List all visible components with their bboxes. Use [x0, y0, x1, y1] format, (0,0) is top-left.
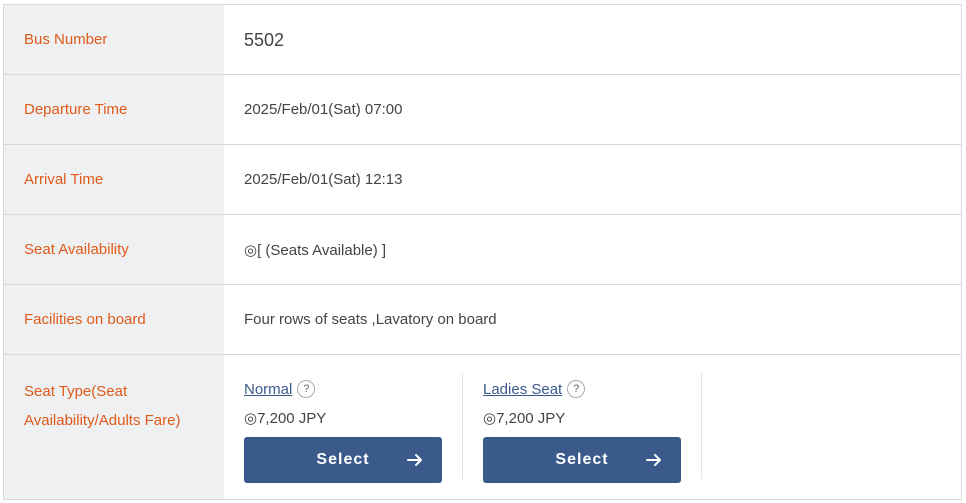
row-departure-time: Departure Time 2025/Feb/01(Sat) 07:00: [4, 75, 961, 145]
bus-number-value: 5502: [244, 30, 285, 50]
row-arrival-time: Arrival Time 2025/Feb/01(Sat) 12:13: [4, 145, 961, 215]
seat-fare: ◎7,200 JPY: [483, 410, 566, 427]
arrival-time-label: Arrival Time: [4, 145, 224, 214]
seat-option-normal: Normal ? ◎7,200 JPY Select: [224, 373, 463, 483]
facilities-label: Facilities on board: [4, 285, 224, 354]
seat-type-label-line1: Seat Type(Seat: [24, 383, 128, 400]
row-bus-number: Bus Number 5502: [4, 5, 961, 75]
seat-name-link[interactable]: Ladies Seat: [483, 381, 562, 398]
seat-type-label: Seat Type(Seat Availability/Adults Fare): [4, 355, 224, 499]
seat-name-link[interactable]: Normal: [244, 381, 292, 398]
facilities-value: Four rows of seats ,Lavatory on board: [244, 311, 497, 328]
select-button-label: Select: [316, 451, 370, 468]
select-button[interactable]: Select: [483, 437, 681, 483]
select-button[interactable]: Select: [244, 437, 442, 483]
seat-option-ladies: Ladies Seat ? ◎7,200 JPY Select: [463, 373, 702, 483]
seat-availability-label: Seat Availability: [4, 215, 224, 284]
departure-time-label: Departure Time: [4, 75, 224, 144]
seat-type-label-line2: Availability/Adults Fare): [24, 412, 181, 429]
bus-number-label: Bus Number: [4, 5, 224, 74]
row-seat-availability: Seat Availability ◎[ (Seats Available) ]: [4, 215, 961, 285]
question-circle-icon[interactable]: ?: [567, 380, 586, 398]
departure-time-value: 2025/Feb/01(Sat) 07:00: [244, 101, 403, 118]
arrow-right-icon: [646, 454, 661, 466]
row-facilities: Facilities on board Four rows of seats ,…: [4, 285, 961, 355]
seat-fare: ◎7,200 JPY: [244, 410, 327, 427]
arrow-right-icon: [407, 454, 422, 466]
bus-details-table: Bus Number 5502 Departure Time 2025/Feb/…: [3, 4, 962, 500]
select-button-label: Select: [555, 451, 609, 468]
arrival-time-value: 2025/Feb/01(Sat) 12:13: [244, 171, 403, 188]
seat-type-options: Normal ? ◎7,200 JPY Select Ladies Seat ?…: [224, 355, 961, 499]
row-seat-type: Seat Type(Seat Availability/Adults Fare)…: [4, 355, 961, 499]
seat-availability-value: ◎[ (Seats Available) ]: [244, 241, 387, 259]
question-circle-icon[interactable]: ?: [297, 380, 316, 398]
